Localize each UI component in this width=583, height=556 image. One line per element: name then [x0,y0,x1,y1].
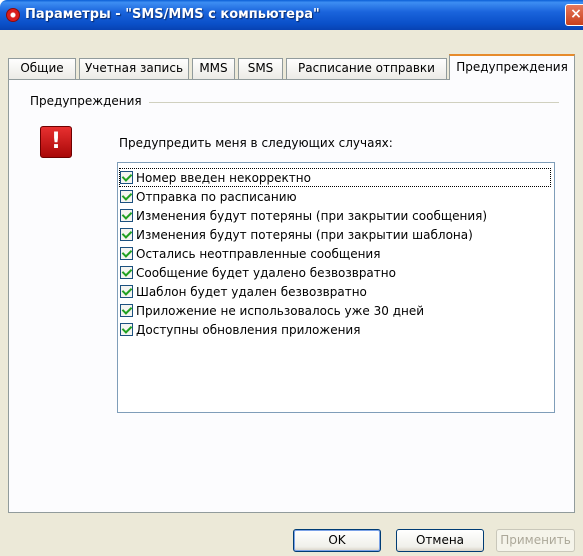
cancel-button[interactable]: Отмена [396,529,484,552]
warning-icon: ! [40,126,72,158]
tab-general[interactable]: Общие [8,58,76,79]
list-item-label: Шаблон будет удален безвозвратно [136,284,367,299]
list-item-label: Доступны обновления приложения [136,322,361,337]
list-item-label: Изменения будут потеряны (при закрытии с… [136,208,488,223]
tab-mms[interactable]: MMS [192,58,235,79]
tab-sms[interactable]: SMS [238,58,283,79]
dialog-body: Общие Учетная запись MMS SMS Расписание … [0,30,583,556]
list-item[interactable]: Доступны обновления приложения [120,321,360,338]
list-item[interactable]: Сообщение будет удалено безвозвратно [120,264,396,281]
list-item[interactable]: Изменения будут потеряны (при закрытии ш… [120,226,473,243]
list-item-label: Изменения будут потеряны (при закрытии ш… [136,227,473,242]
group-label: Предупреждения [30,94,142,108]
list-item[interactable]: Приложение не использовалось уже 30 дней [120,302,424,319]
warnings-panel: Предупреждения ! Предупредить меня в сле… [8,79,575,513]
checkbox[interactable] [120,285,133,298]
list-item-label: Сообщение будет удалено безвозвратно [136,265,396,280]
checkbox[interactable] [120,228,133,241]
list-item-label: Приложение не использовалось уже 30 дней [136,303,425,318]
warnings-checklist[interactable]: Номер введен некорректно Отправка по рас… [117,162,555,413]
checkbox[interactable] [120,247,133,260]
checkbox[interactable] [120,323,133,336]
list-item[interactable]: Номер введен некорректно [119,168,551,187]
list-item[interactable]: Отправка по расписанию [120,188,297,205]
list-item-label: Номер введен некорректно [136,170,311,185]
checkbox[interactable] [120,171,133,184]
list-item[interactable]: Изменения будут потеряны (при закрытии с… [120,207,487,224]
checkbox[interactable] [120,190,133,203]
checkbox[interactable] [120,266,133,279]
group-divider [149,102,559,103]
app-icon[interactable] [6,8,20,22]
tab-account[interactable]: Учетная запись [79,58,189,79]
list-item-label: Остались неотправленные сообщения [136,246,381,261]
title-bar: Параметры - "SMS/MMS с компьютера" × [0,0,583,30]
list-item[interactable]: Шаблон будет удален безвозвратно [120,283,367,300]
list-item-label: Отправка по расписанию [136,189,297,204]
ok-button[interactable]: OK [293,529,381,552]
list-item[interactable]: Остались неотправленные сообщения [120,245,380,262]
close-button[interactable]: × [565,4,583,26]
prompt-text: Предупредить меня в следующих случаях: [119,136,393,150]
apply-button[interactable]: Применить [496,529,575,552]
checkbox[interactable] [120,304,133,317]
window-title: Параметры - "SMS/MMS с компьютера" [25,7,320,22]
tab-schedule[interactable]: Расписание отправки [286,58,447,79]
tab-warnings[interactable]: Предупреждения [449,54,575,80]
checkbox[interactable] [120,209,133,222]
